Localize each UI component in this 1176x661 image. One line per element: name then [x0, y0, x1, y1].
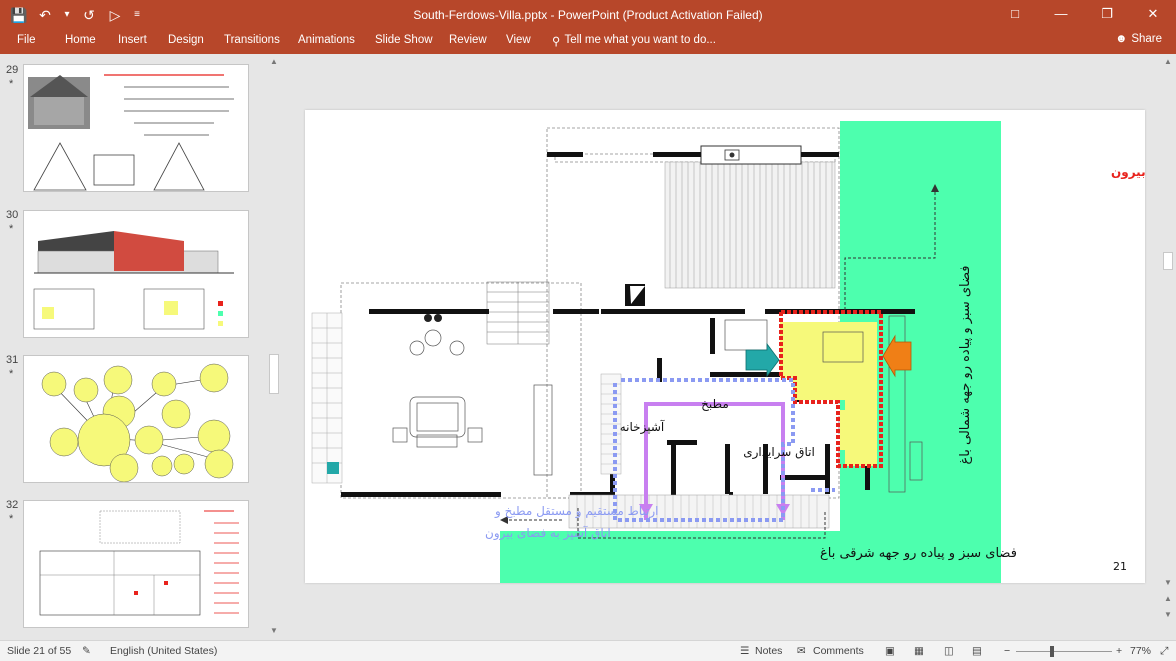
thumb-number-31: 31 [6, 354, 19, 366]
spellcheck-icon[interactable]: ✎ [82, 645, 91, 657]
slide-thumbnail-30[interactable] [23, 210, 249, 338]
next-slide-icon[interactable]: ▼ [1161, 610, 1175, 619]
share-button[interactable]: ☻ Share [1115, 33, 1162, 45]
thumb-star-32: * [9, 513, 14, 525]
east-green-label: فضای سبز و پیاده رو جهه شرقی باغ [820, 546, 1017, 561]
tab-file[interactable]: File [17, 34, 36, 46]
slide-sorter-icon[interactable]: ▦ [914, 645, 924, 657]
tab-slide-show[interactable]: Slide Show [375, 34, 433, 46]
share-label: Share [1131, 33, 1162, 45]
language-indicator[interactable]: English (United States) [110, 645, 217, 657]
tab-insert[interactable]: Insert [118, 34, 147, 46]
thumb-star-29: * [9, 78, 14, 90]
zoom-slider-handle[interactable] [1050, 646, 1054, 657]
title-bar: 💾 ↶ ▾ ↺ ▷ ≡ South-Ferdows-Villa.pptx - P… [0, 0, 1176, 30]
slideshow-view-icon[interactable]: ▤ [972, 645, 982, 657]
kitchen-connection-label-1: ارتباط مستقیم و مستقل مطبخ و [494, 504, 659, 519]
thumb-star-31: * [9, 368, 14, 380]
ribbon-display-icon[interactable]: □ [992, 0, 1038, 30]
previous-slide-icon[interactable]: ▲ [1161, 594, 1175, 603]
reading-view-icon[interactable]: ◫ [944, 645, 954, 657]
slide-number: 21 [1113, 560, 1127, 573]
minimize-icon[interactable]: — [1038, 0, 1084, 30]
slide-thumbnail-29[interactable] [23, 64, 249, 192]
slide-counter: Slide 21 of 55 [7, 645, 72, 657]
tab-animations[interactable]: Animations [298, 34, 355, 46]
thumb-number-32: 32 [6, 499, 19, 511]
tell-me-text: Tell me what you want to do... [564, 34, 716, 46]
zoom-level[interactable]: 77% [1130, 645, 1151, 657]
thumbnail-scrollbar[interactable]: ▲ ▼ [266, 54, 282, 640]
slide-scroll-thumb[interactable] [1163, 252, 1173, 270]
thumb-number-30: 30 [6, 209, 19, 221]
guest-connection-label: ارتباط مستقل اتاق مهمان با فضای بیرون [1111, 165, 1145, 180]
ribbon-tabs: File Home Insert Design Transitions Anim… [0, 30, 1176, 54]
status-bar: Slide 21 of 55 ✎ English (United States)… [0, 640, 1176, 661]
scroll-down-icon[interactable]: ▼ [267, 626, 281, 635]
tell-me-box[interactable]: ⚲ Tell me what you want to do... [552, 34, 716, 48]
comments-icon[interactable]: ✉ [797, 645, 806, 657]
tab-design[interactable]: Design [168, 34, 204, 46]
room-label-matbakh: مطبخ [701, 397, 729, 411]
thumbnail-32-preview [39, 510, 239, 616]
floor-plan-drawing: ارتباط مستقل اتاق مهمان با فضای بیرون فض… [311, 121, 1145, 583]
slide-scrollbar[interactable]: ▲ ▼ ▲ ▼ [1160, 54, 1176, 640]
north-green-label: فضای سبز و پیاده رو جهه شمالی باغ [958, 266, 973, 465]
tab-home[interactable]: Home [65, 34, 96, 46]
thumbnail-29-preview [28, 74, 234, 191]
tab-review[interactable]: Review [449, 34, 487, 46]
slide-scroll-up-icon[interactable]: ▲ [1161, 57, 1175, 66]
thumbnail-scroll-thumb[interactable] [269, 354, 279, 394]
slide-thumbnail-31[interactable] [23, 355, 249, 483]
thumbnail-pane: 29 * 30 * 31 * 32 * ▲ ▼ [0, 54, 282, 640]
restore-icon[interactable]: ❐ [1084, 0, 1130, 30]
zoom-slider[interactable] [1016, 651, 1112, 652]
lightbulb-icon: ⚲ [552, 36, 561, 48]
teal-entry-arrow [745, 342, 780, 378]
normal-view-icon[interactable]: ▣ [885, 645, 895, 657]
notes-icon[interactable]: ☰ [740, 645, 749, 657]
window-controls: □ — ❐ ✕ [992, 0, 1176, 30]
slide-thumbnail-32[interactable] [23, 500, 249, 628]
comments-button[interactable]: Comments [813, 645, 864, 657]
thumbnail-30-preview [33, 231, 234, 330]
zoom-out-icon[interactable]: − [1004, 645, 1010, 657]
zoom-in-icon[interactable]: + [1116, 645, 1122, 657]
notes-button[interactable]: Notes [755, 645, 782, 657]
current-slide[interactable]: ارتباط مستقل اتاق مهمان با فضای بیرون فض… [305, 110, 1145, 583]
tab-transitions[interactable]: Transitions [224, 34, 280, 46]
thumb-number-29: 29 [6, 64, 19, 76]
person-icon: ☻ [1115, 33, 1128, 45]
tab-view[interactable]: View [506, 34, 531, 46]
guest-bath-area [840, 410, 858, 450]
room-label-ashpazkhaneh: آشپزخانه [620, 419, 665, 435]
fit-slide-icon[interactable]: ⤢ [1160, 645, 1168, 658]
close-icon[interactable]: ✕ [1130, 0, 1176, 30]
scroll-down-icon[interactable]: ▼ [1161, 578, 1175, 587]
room-label-saraydari: اتاق سرایداری [743, 445, 815, 460]
scroll-up-icon[interactable]: ▲ [267, 57, 281, 66]
thumbnail-31-preview [41, 363, 234, 482]
kitchen-connection-label-2: اتاق آشپز به فضای بیرون [485, 525, 611, 541]
thumb-star-30: * [9, 223, 14, 235]
